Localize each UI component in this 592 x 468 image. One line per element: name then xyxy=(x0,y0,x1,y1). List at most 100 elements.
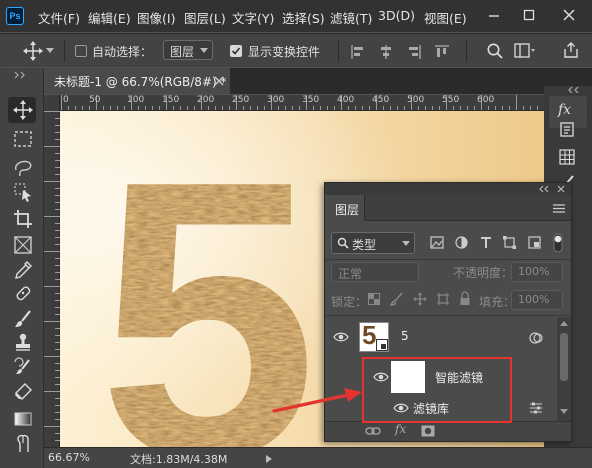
close-icon[interactable] xyxy=(560,6,578,24)
gradient-tool-icon[interactable] xyxy=(12,408,34,430)
swatches-panel-icon[interactable] xyxy=(558,148,576,166)
blend-mode-dropdown[interactable]: 正常 xyxy=(331,262,419,282)
menu-file[interactable]: 文件(F) xyxy=(38,8,80,27)
visibility-eye-icon[interactable] xyxy=(333,331,349,343)
maximize-icon[interactable] xyxy=(522,8,536,22)
ruler-label: 50 xyxy=(89,95,101,105)
filter-adjustment-icon[interactable] xyxy=(455,236,468,249)
workspace-icon[interactable] xyxy=(514,42,536,60)
move-tool-preset-icon[interactable] xyxy=(22,40,44,62)
lock-position-icon[interactable] xyxy=(413,292,427,306)
search-icon xyxy=(337,237,349,249)
auto-select-checkbox[interactable] xyxy=(75,45,87,57)
eyedropper-tool-icon[interactable] xyxy=(12,259,34,281)
layer-filter-value: 类型 xyxy=(352,238,377,252)
crop-tool-icon[interactable] xyxy=(12,208,34,230)
panel-top-strip xyxy=(325,183,571,195)
filter-type-icon[interactable] xyxy=(480,236,492,249)
fill-label: 填充： xyxy=(479,295,516,309)
scroll-up-icon[interactable] xyxy=(560,321,568,327)
fill-input[interactable]: 100% xyxy=(511,290,563,310)
healing-brush-tool-icon[interactable] xyxy=(12,282,34,304)
document-info: 文档:1.83M/4.38M xyxy=(130,453,228,466)
filter-toggle-icon[interactable] xyxy=(552,233,564,253)
align-top-icon[interactable] xyxy=(434,44,450,60)
smart-filter-indicator-icon[interactable] xyxy=(529,331,543,345)
layers-scrollbar[interactable] xyxy=(557,317,571,421)
opacity-input[interactable]: 100% xyxy=(511,262,563,282)
opacity-label: 不透明度： xyxy=(453,266,514,280)
chevron-down-icon xyxy=(200,48,208,53)
close-tab-icon[interactable] xyxy=(214,76,224,86)
menu-view[interactable]: 视图(E) xyxy=(424,8,467,27)
blending-options-icon[interactable] xyxy=(529,402,543,414)
zoom-level[interactable]: 66.67% xyxy=(48,451,90,464)
object-selection-tool-icon[interactable] xyxy=(12,181,34,203)
eraser-tool-icon[interactable] xyxy=(12,381,34,403)
tab-layers[interactable]: 图层 xyxy=(325,195,365,221)
align-left-icon[interactable] xyxy=(350,44,366,60)
align-right-icon[interactable] xyxy=(406,44,422,60)
panel-menu-icon[interactable] xyxy=(553,204,565,213)
status-menu-chevron-icon[interactable] xyxy=(266,455,272,463)
share-icon[interactable] xyxy=(562,41,580,59)
ruler-label: 150 xyxy=(162,95,180,105)
frame-tool-icon[interactable] xyxy=(12,234,34,256)
layer-filter-dropdown[interactable]: 类型 xyxy=(331,232,415,254)
filter-smart-object-icon[interactable] xyxy=(528,236,541,249)
checkmark-icon xyxy=(231,47,241,55)
ruler-label: 200 xyxy=(197,95,215,105)
layer-thumbnail: 5 xyxy=(359,322,389,352)
menu-filter[interactable]: 滤镜(T) xyxy=(330,8,372,27)
collapse-toolbar-icon[interactable] xyxy=(14,71,28,79)
ruler-label: 500 xyxy=(407,95,425,105)
layer-style-fx-icon[interactable]: fx xyxy=(395,422,406,436)
brush-tool-icon[interactable] xyxy=(12,308,34,330)
history-panel-icon[interactable] xyxy=(558,120,576,138)
divider xyxy=(325,315,571,316)
ruler-label: 600 xyxy=(477,95,495,105)
lock-pixels-icon[interactable] xyxy=(390,292,404,306)
clone-stamp-tool-icon[interactable] xyxy=(12,331,34,353)
chevron-down-icon[interactable] xyxy=(46,48,54,54)
link-layers-icon[interactable] xyxy=(365,426,381,436)
align-center-icon[interactable] xyxy=(378,44,394,60)
history-brush-tool-icon[interactable] xyxy=(12,356,34,378)
smudge-tool-icon[interactable] xyxy=(12,432,34,454)
menu-type[interactable]: 文字(Y) xyxy=(232,8,274,27)
ruler-label: 300 xyxy=(267,95,285,105)
collapse-dock-icon[interactable] xyxy=(568,86,582,94)
filter-shape-icon[interactable] xyxy=(503,236,516,249)
document-tab[interactable]: 未标题-1 @ 66.7%(RGB/8#) * xyxy=(44,68,230,94)
menu-3d[interactable]: 3D(D) xyxy=(378,8,415,23)
ruler-label: 450 xyxy=(372,95,390,105)
menu-layer[interactable]: 图层(L) xyxy=(184,8,226,27)
marquee-tool-icon[interactable] xyxy=(12,128,34,150)
lock-all-icon[interactable] xyxy=(459,291,471,306)
menu-image[interactable]: 图像(I) xyxy=(137,8,175,27)
scrollbar-thumb[interactable] xyxy=(560,333,568,381)
layer-row[interactable]: 5 5 xyxy=(325,317,557,357)
menu-edit[interactable]: 编辑(E) xyxy=(88,8,131,27)
lock-transparent-icon[interactable] xyxy=(368,293,380,305)
annotation-arrow-icon xyxy=(272,388,362,413)
app-logo: Ps xyxy=(6,7,24,25)
menu-select[interactable]: 选择(S) xyxy=(282,8,325,27)
lock-artboard-icon[interactable] xyxy=(436,292,450,306)
collapse-icon[interactable] xyxy=(539,185,549,193)
ruler-label: 350 xyxy=(302,95,320,105)
auto-select-target-value: 图层 xyxy=(170,45,195,59)
show-transform-checkbox[interactable] xyxy=(230,45,242,57)
scroll-down-icon[interactable] xyxy=(560,409,568,415)
options-bar: 自动选择： 图层 显示变换控件 xyxy=(0,33,592,67)
lasso-tool-icon[interactable] xyxy=(12,157,34,179)
minimize-icon[interactable] xyxy=(487,8,501,22)
search-icon[interactable] xyxy=(486,42,504,60)
add-mask-icon[interactable] xyxy=(421,425,435,437)
close-panel-icon[interactable] xyxy=(557,185,565,193)
smart-object-badge-icon xyxy=(376,339,388,351)
filter-pixel-icon[interactable] xyxy=(430,236,444,249)
vertical-ruler xyxy=(44,95,60,447)
auto-select-target-dropdown[interactable]: 图层 xyxy=(163,40,213,60)
move-tool-icon[interactable] xyxy=(12,99,34,121)
